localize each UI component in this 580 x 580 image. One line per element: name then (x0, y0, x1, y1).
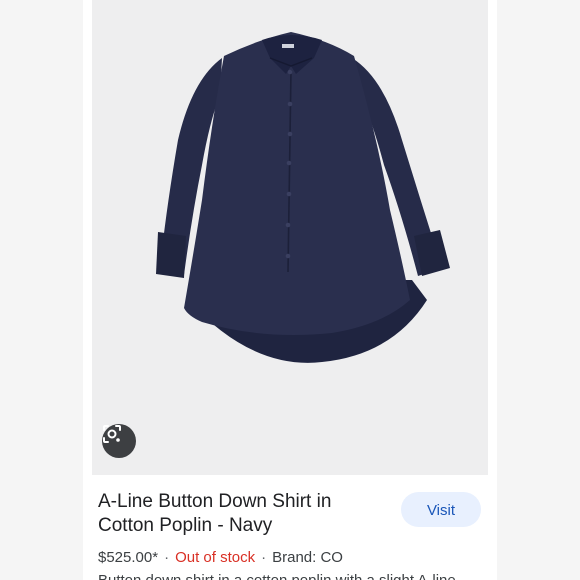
stock-status: Out of stock (175, 549, 256, 566)
brand: Brand: CO (272, 549, 343, 566)
left-margin (0, 0, 83, 580)
product-description: Button down shirt in a cotton poplin wit… (98, 572, 478, 580)
separator: · (261, 549, 267, 566)
product-meta: $525.00* · Out of stock · Brand: CO (98, 549, 343, 566)
price: $525.00* (98, 549, 159, 566)
google-lens-icon[interactable] (102, 424, 136, 458)
product-title-line1: A-Line Button Down Shirt in (98, 491, 332, 512)
product-card[interactable]: A-Line Button Down Shirt in Cotton Popli… (83, 0, 497, 580)
visit-button[interactable]: Visit (401, 492, 481, 527)
lens-glyph-icon (103, 425, 121, 443)
right-margin (497, 0, 580, 580)
product-image[interactable] (92, 0, 488, 475)
product-title-line2: Cotton Poplin - Navy (98, 515, 273, 536)
separator: · (164, 549, 170, 566)
product-title[interactable]: A-Line Button Down Shirt in Cotton Popli… (98, 490, 368, 538)
shirt-illustration (156, 32, 450, 363)
